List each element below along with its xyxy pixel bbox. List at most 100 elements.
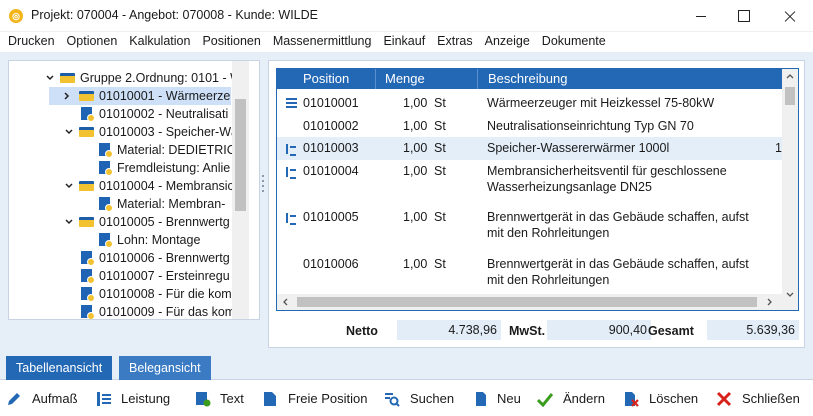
cell-position: 01010006 (303, 257, 359, 271)
scroll-left-arrow-icon[interactable] (282, 298, 288, 306)
tree-item-label: 01010007 - Ersteinregu (99, 269, 230, 283)
cell-position: 01010004 (303, 164, 359, 178)
document-icon (81, 287, 95, 302)
delete-document-icon (625, 392, 639, 407)
cell-menge: 1,00 (403, 141, 428, 155)
schliessen-button[interactable]: Schließen (716, 389, 806, 409)
calculation-list-icon (97, 392, 111, 406)
leistung-label: Leistung (121, 391, 171, 406)
tree-vertical-scrollbar[interactable] (232, 61, 249, 319)
tree-item[interactable]: 01010003 - Speicher-Wä (9, 123, 238, 141)
column-header-position[interactable]: Position (303, 71, 349, 86)
column-header-menge[interactable]: Menge (385, 71, 425, 86)
minimize-button[interactable] (678, 0, 724, 32)
tree-item[interactable]: Fremdleistung: Anlie (9, 159, 231, 177)
menu-massenermittlung[interactable]: Massenermittlung (273, 32, 372, 52)
table-row[interactable]: 01010002 1,00 St Neutralisationseinricht… (277, 115, 782, 137)
scrollbar-thumb[interactable] (785, 87, 795, 105)
loeschen-button[interactable]: Löschen (623, 389, 703, 409)
table-row-selected[interactable]: 01010003 1,00 St Speicher-Wassererwärmer… (277, 137, 782, 160)
tree-item-label: 01010008 - Für die kom (99, 287, 232, 301)
neu-button[interactable]: Neu (473, 389, 523, 409)
tab-belegansicht[interactable]: Belegansicht (119, 356, 211, 380)
scroll-right-arrow-icon[interactable] (767, 298, 773, 306)
workspace: Gruppe 2.Ordnung: 0101 - W 01010001 - Wä… (0, 52, 813, 352)
cell-menge: 1,00 (403, 96, 428, 110)
chevron-down-icon[interactable] (65, 128, 73, 136)
folder-icon (79, 91, 94, 101)
grid-horizontal-scrollbar[interactable] (277, 294, 782, 310)
chevron-down-icon[interactable] (46, 74, 54, 82)
tree-item[interactable]: 01010004 - Membransic (9, 177, 234, 195)
menu-dokumente[interactable]: Dokumente (542, 32, 606, 52)
cell-description: Brennwertgerät in das Gebäude schaffen, … (487, 210, 749, 224)
close-window-button[interactable] (766, 0, 812, 32)
chevron-right-icon[interactable] (63, 92, 71, 100)
maximize-button[interactable] (720, 0, 766, 32)
panel-splitter[interactable] (261, 172, 265, 202)
menu-positionen[interactable]: Positionen (202, 32, 260, 52)
scrollbar-thumb[interactable] (297, 297, 757, 307)
tree-item[interactable]: 01010009 - Für das kom (9, 303, 235, 319)
leistung-button[interactable]: Leistung (96, 389, 176, 409)
menu-drucken[interactable]: Drucken (8, 32, 55, 52)
scrollbar-thumb[interactable] (235, 99, 246, 211)
close-icon (716, 391, 732, 407)
menu-extras[interactable]: Extras (437, 32, 472, 52)
tree-item[interactable]: Lohn: Montage (9, 231, 231, 249)
document-icon (99, 197, 113, 212)
freie-position-button[interactable]: Freie Position (262, 389, 372, 409)
totals-bar: Netto 4.738,96 MwSt. 900,40 Gesamt 5.639… (269, 319, 806, 343)
tree-item[interactable]: 01010006 - Brennwertg (9, 249, 231, 267)
tree-item[interactable]: 01010007 - Ersteinregu (9, 267, 231, 285)
table-row[interactable]: 01010006 1,00 St Brennwertgerät in das G… (277, 252, 782, 294)
chevron-down-icon[interactable] (65, 182, 73, 190)
cell-description-line2: mit den Rohrleitungen (487, 226, 610, 240)
tree-item[interactable]: 01010005 - Brennwertg (9, 213, 231, 231)
aufmass-button[interactable]: Aufmaß (6, 389, 84, 409)
tree-item-label: Material: Membran- (117, 197, 226, 211)
calculation-icon (286, 167, 297, 179)
folder-icon (60, 73, 75, 83)
app-logo-icon: ◎ (9, 9, 23, 23)
text-button[interactable]: Text (195, 389, 251, 409)
cell-position: 01010003 (303, 141, 359, 155)
tree-item[interactable]: 01010002 - Neutralisati (9, 105, 231, 123)
tab-tabellenansicht[interactable]: Tabellenansicht (6, 356, 113, 380)
cell-position: 01010002 (303, 119, 359, 133)
menu-kalkulation[interactable]: Kalkulation (129, 32, 190, 52)
grid-vertical-scrollbar[interactable] (782, 69, 798, 310)
document-icon (81, 305, 95, 319)
checkmark-icon (537, 393, 553, 407)
tree-item-label: 01010006 - Brennwertg (99, 251, 230, 265)
gesamt-label: Gesamt (648, 324, 694, 338)
suchen-button[interactable]: Suchen (384, 389, 458, 409)
tree-item-label: Gruppe 2.Ordnung: 0101 - W (80, 71, 242, 85)
table-row[interactable]: 01010005 1,00 St Brennwertgerät in das G… (277, 205, 782, 252)
tree-item[interactable]: 01010008 - Für die kom (9, 285, 232, 303)
tree-item[interactable]: Material: DEDIETRIC (9, 141, 236, 159)
cell-menge: 1,00 (403, 164, 428, 178)
chevron-down-icon[interactable] (65, 218, 73, 226)
scroll-up-arrow-icon[interactable] (786, 73, 794, 79)
document-icon (99, 233, 113, 248)
menu-optionen[interactable]: Optionen (67, 32, 118, 52)
aufmass-label: Aufmaß (32, 391, 78, 406)
menu-einkauf[interactable]: Einkauf (383, 32, 425, 52)
column-header-beschreibung[interactable]: Beschreibung (488, 71, 568, 86)
aendern-button[interactable]: Ändern (537, 389, 611, 409)
cell-unit: St (434, 164, 446, 178)
scroll-down-arrow-icon[interactable] (786, 292, 794, 298)
document-icon (81, 107, 95, 122)
tree-item-label: 01010005 - Brennwertg (99, 215, 230, 229)
menu-bar: Drucken Optionen Kalkulation Positionen … (0, 32, 813, 52)
cell-overflow: 1 (775, 141, 782, 155)
table-row[interactable]: 01010001 1,00 St Wärmeerzeuger mit Heizk… (277, 91, 782, 115)
tree-item[interactable]: Material: Membran- (9, 195, 231, 213)
table-row[interactable]: 01010004 1,00 St Membransicherheitsventi… (277, 160, 782, 205)
tree-item[interactable]: Gruppe 2.Ordnung: 0101 - W (9, 69, 242, 87)
netto-label: Netto (346, 324, 378, 338)
menu-anzeige[interactable]: Anzeige (485, 32, 530, 52)
gesamt-value: 5.639,36 (707, 320, 799, 340)
tree-item-selected[interactable]: 01010001 - Wärmeerze (49, 87, 231, 105)
